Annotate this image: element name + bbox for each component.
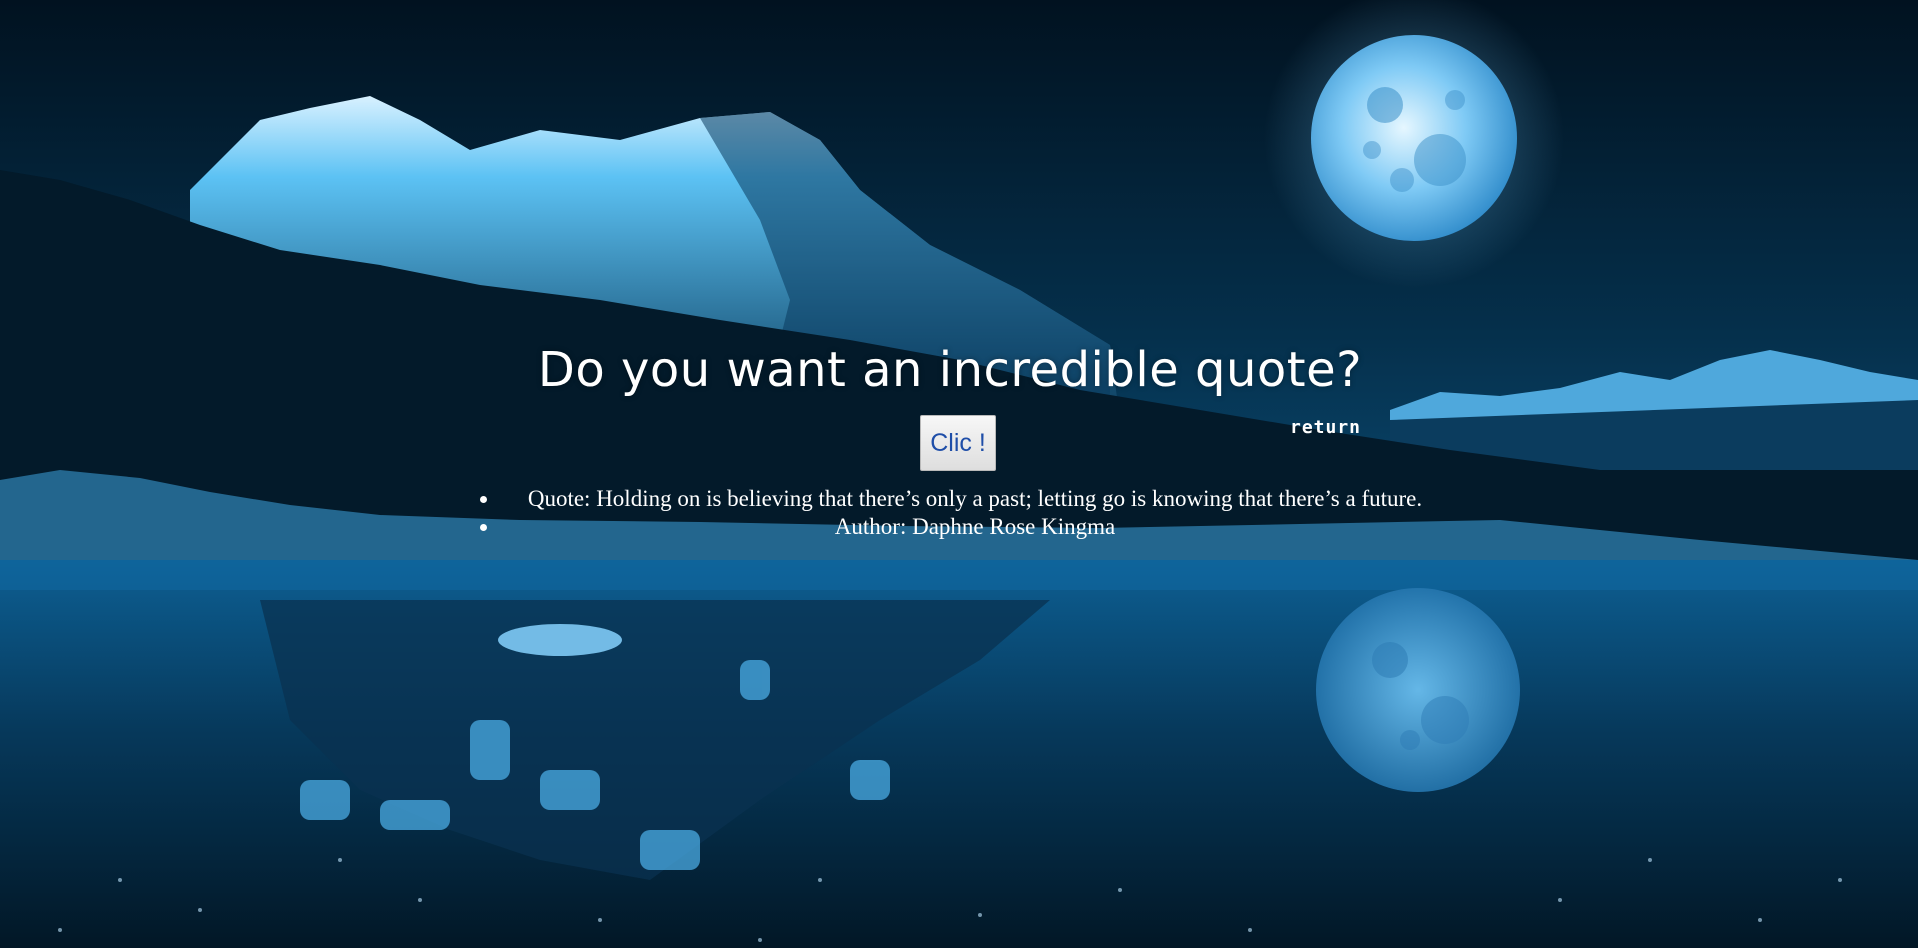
- return-link[interactable]: return: [1290, 417, 1361, 438]
- author-item: Author: Daphne Rose Kingma: [500, 513, 1450, 541]
- page-title: Do you want an incredible quote?: [537, 342, 1363, 398]
- quote-item: Quote: Holding on is believing that ther…: [500, 485, 1450, 513]
- clic-button[interactable]: Clic !: [920, 415, 996, 471]
- quote-list: Quote: Holding on is believing that ther…: [470, 485, 1450, 541]
- page-content: Do you want an incredible quote? return …: [0, 0, 1918, 948]
